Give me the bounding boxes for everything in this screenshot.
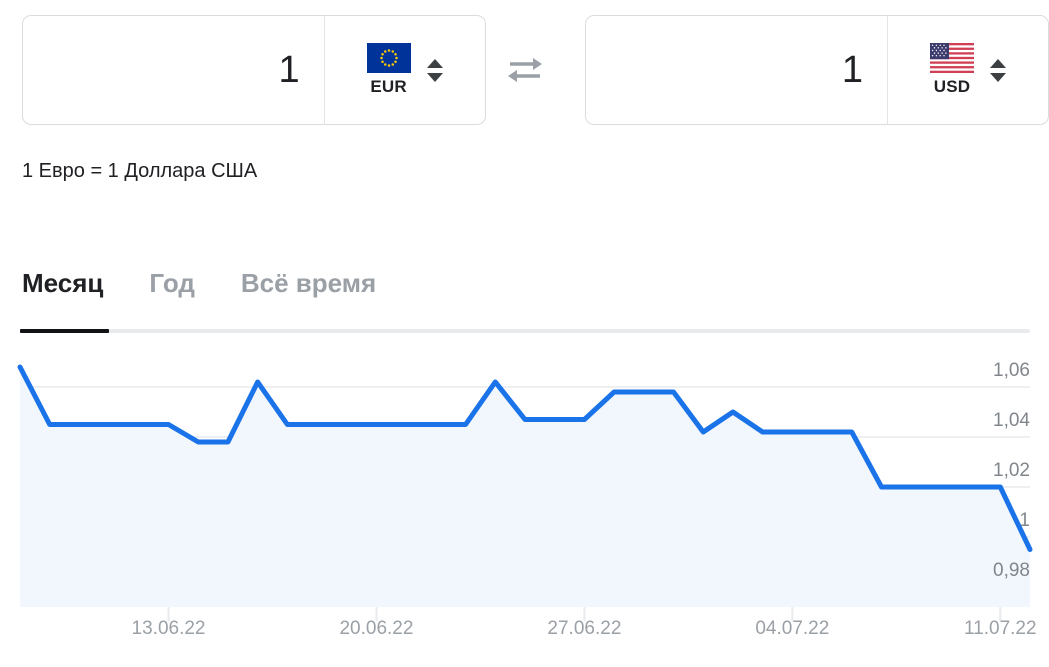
x-axis-label: 27.06.22 xyxy=(547,618,622,639)
to-amount-value: 1 xyxy=(841,49,863,91)
rate-summary-text: 1 Евро = 1 Доллара США xyxy=(22,160,258,182)
to-spinner-up-down-icon[interactable] xyxy=(989,58,1006,82)
swap-horizontal-arrows-icon[interactable] xyxy=(500,53,552,87)
from-currency-box[interactable]: 1 EUR xyxy=(22,15,486,125)
y-axis-label: 1,06 xyxy=(993,360,1030,381)
tab-active-underline xyxy=(20,329,109,333)
converter-row: 1 EUR 1 USD xyxy=(0,0,1049,140)
x-axis-label: 11.07.22 xyxy=(964,618,1037,639)
x-axis-label: 04.07.22 xyxy=(755,618,830,639)
y-axis-label: 1,04 xyxy=(993,410,1030,431)
y-axis-label: 0,98 xyxy=(993,560,1030,581)
from-spinner-up-down-icon[interactable] xyxy=(426,58,443,82)
to-currency-box[interactable]: 1 USD xyxy=(585,15,1049,125)
flag-us-icon xyxy=(929,43,974,73)
x-axis-label: 20.06.22 xyxy=(339,618,414,639)
from-currency-code: EUR xyxy=(370,77,407,96)
flag-eu-icon xyxy=(366,43,411,73)
from-currency-inner: EUR xyxy=(366,43,411,97)
tab-year[interactable]: Год xyxy=(149,268,195,313)
x-axis-label: 13.06.22 xyxy=(131,618,206,639)
y-axis-label: 1 xyxy=(1019,510,1030,531)
tabs-divider xyxy=(22,329,1030,333)
y-axis-label: 1,02 xyxy=(993,460,1030,481)
period-tabs: Месяц Год Всё время xyxy=(22,268,422,313)
to-amount-field[interactable]: 1 xyxy=(586,16,887,124)
from-amount-field[interactable]: 1 xyxy=(23,16,324,124)
currency-converter-page: 1 EUR 1 USD 1 Евро = 1 Доллара США Месяц… xyxy=(0,0,1049,667)
to-currency-inner: USD xyxy=(929,43,974,97)
from-amount-value: 1 xyxy=(278,49,300,91)
tab-all-time[interactable]: Всё время xyxy=(241,268,376,313)
to-currency-select[interactable]: USD xyxy=(886,16,1048,124)
tab-month[interactable]: Месяц xyxy=(22,268,103,313)
from-currency-select[interactable]: EUR xyxy=(323,16,485,124)
to-currency-code: USD xyxy=(933,77,971,96)
